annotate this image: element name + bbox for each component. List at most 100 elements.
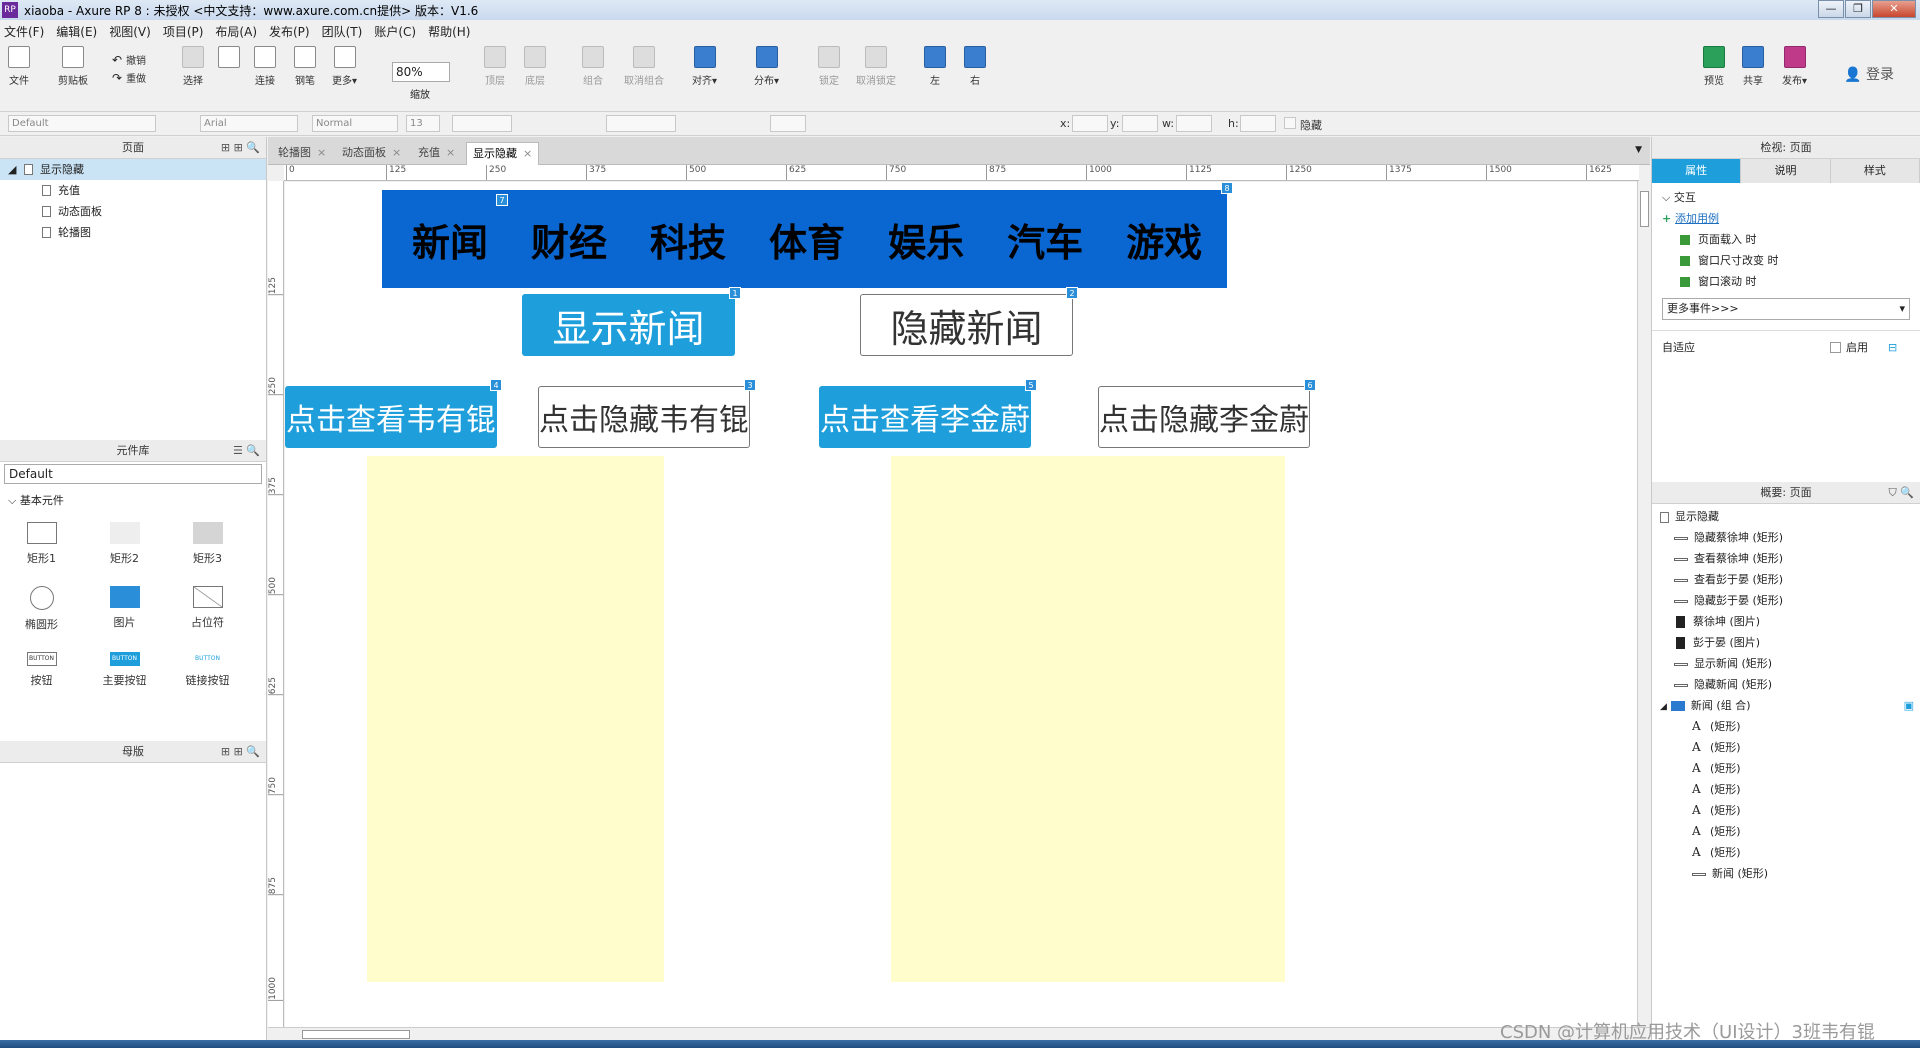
login-button[interactable]: 👤 登录: [1844, 64, 1894, 84]
style-select[interactable]: Default: [8, 115, 156, 132]
event-window-scroll[interactable]: 窗口滚动 时: [1652, 271, 1920, 292]
tab-carousel[interactable]: 轮播图 ×: [272, 142, 332, 165]
menu-publish[interactable]: 发布(P): [269, 23, 310, 40]
outline-page-root[interactable]: 显示隐藏: [1652, 506, 1920, 527]
hidden-checkbox[interactable]: [1284, 117, 1296, 129]
align-button[interactable]: 对齐▾: [692, 46, 717, 87]
select-tool[interactable]: 选择: [182, 46, 204, 87]
unlock-button[interactable]: 取消锁定: [856, 46, 896, 87]
close-tab-icon[interactable]: ×: [523, 147, 532, 160]
outline-item[interactable]: A (矩形): [1652, 737, 1920, 758]
widget-image[interactable]: 图片: [83, 586, 166, 632]
outline-item[interactable]: 隐藏彭于晏 (矩形): [1652, 590, 1920, 611]
hide-news-button[interactable]: 隐藏新闻: [860, 294, 1073, 356]
masters-panel-tools[interactable]: ⊞ ⊞ 🔍: [221, 741, 260, 763]
outline-item[interactable]: 新闻 (矩形): [1652, 863, 1920, 884]
font-select[interactable]: Arial: [200, 115, 298, 132]
outline-item[interactable]: A (矩形): [1652, 716, 1920, 737]
page-item-dynamic-panel[interactable]: 动态面板: [0, 201, 266, 222]
canvas-horizontal-scrollbar[interactable]: [268, 1027, 1650, 1040]
y-input[interactable]: [1122, 115, 1158, 132]
page-item-show-hide[interactable]: ◢ 显示隐藏: [0, 159, 266, 180]
widget-rect1[interactable]: 矩形1: [0, 522, 83, 566]
font-weight-select[interactable]: Normal: [312, 115, 398, 132]
pages-panel-tools[interactable]: ⊞ ⊞ 🔍: [221, 137, 260, 159]
nav-item-news[interactable]: 新闻: [412, 212, 488, 267]
left-panel-toggle[interactable]: 左: [924, 46, 946, 87]
tab-show-hide[interactable]: 显示隐藏 ×: [466, 142, 540, 165]
tab-properties[interactable]: 属性: [1652, 159, 1742, 183]
menu-edit[interactable]: 编辑(E): [56, 23, 97, 40]
page-item-recharge[interactable]: 充值: [0, 180, 266, 201]
outline-item[interactable]: A (矩形): [1652, 779, 1920, 800]
tabs-dropdown-icon[interactable]: ▼: [1635, 145, 1642, 155]
menu-arrange[interactable]: 布局(A): [215, 23, 257, 40]
library-select[interactable]: Default: [4, 464, 262, 484]
close-tab-icon[interactable]: ×: [392, 146, 401, 159]
tab-dynamic-panel[interactable]: 动态面板 ×: [336, 142, 407, 165]
minimize-button[interactable]: —: [1818, 0, 1844, 18]
outline-item[interactable]: A (矩形): [1652, 800, 1920, 821]
distribute-button[interactable]: 分布▾: [754, 46, 779, 87]
maximize-button[interactable]: ❐: [1845, 0, 1871, 18]
send-to-bottom-button[interactable]: 底层: [524, 46, 546, 87]
canvas-vertical-scrollbar[interactable]: [1637, 181, 1650, 1027]
right-panel-toggle[interactable]: 右: [964, 46, 986, 87]
outline-item[interactable]: 查看蔡徐坤 (矩形): [1652, 548, 1920, 569]
fill-color-select[interactable]: [770, 115, 806, 132]
connect-tool[interactable]: 连接: [254, 46, 276, 87]
x-input[interactable]: [1072, 115, 1108, 132]
clipboard-tool[interactable]: 剪贴板: [58, 46, 88, 87]
text-align-buttons[interactable]: [606, 115, 676, 132]
more-tool[interactable]: 更多▾: [332, 46, 357, 87]
tab-notes[interactable]: 说明: [1741, 159, 1831, 183]
more-events-select[interactable]: 更多事件>>> ▾: [1662, 298, 1910, 320]
widget-rect2[interactable]: 矩形2: [83, 522, 166, 566]
wei-image-placeholder[interactable]: [367, 456, 664, 982]
enable-checkbox[interactable]: [1830, 342, 1841, 353]
nav-item-sports[interactable]: 体育: [769, 212, 845, 267]
adaptive-settings-icon[interactable]: ⊟: [1888, 337, 1897, 358]
nav-item-entertainment[interactable]: 娱乐: [888, 212, 964, 267]
outline-item[interactable]: A (矩形): [1652, 821, 1920, 842]
menu-account[interactable]: 账户(C): [374, 23, 416, 40]
outline-item[interactable]: A (矩形): [1652, 758, 1920, 779]
zoom-select[interactable]: 80%: [392, 62, 450, 82]
undo-button[interactable]: ↶ 撤销: [112, 52, 146, 68]
select-mode-tool[interactable]: [218, 46, 240, 68]
menu-project[interactable]: 项目(P): [163, 23, 204, 40]
ungroup-button[interactable]: 取消组合: [624, 46, 664, 87]
li-image-placeholder[interactable]: [891, 456, 1285, 982]
nav-item-tech[interactable]: 科技: [650, 212, 726, 267]
file-tool[interactable]: 文件: [8, 46, 30, 87]
outline-item[interactable]: 查看彭于晏 (矩形): [1652, 569, 1920, 590]
event-page-load[interactable]: 页面载入 时: [1652, 229, 1920, 250]
outline-item[interactable]: A (矩形): [1652, 842, 1920, 863]
outline-item[interactable]: 显示新闻 (矩形): [1652, 653, 1920, 674]
news-nav-group[interactable]: 新闻 财经 科技 体育 娱乐 汽车 游戏: [382, 190, 1227, 288]
bring-to-top-button[interactable]: 顶层: [484, 46, 506, 87]
nav-item-auto[interactable]: 汽车: [1007, 212, 1083, 267]
outline-item[interactable]: 彭于晏 (图片): [1652, 632, 1920, 653]
event-window-resize[interactable]: 窗口尺寸改变 时: [1652, 250, 1920, 271]
widget-button[interactable]: BUTTON 按钮: [0, 652, 83, 688]
pen-tool[interactable]: 钢笔: [294, 46, 316, 87]
show-wei-button[interactable]: 点击查看韦有锟: [285, 386, 497, 448]
tab-style[interactable]: 样式: [1830, 159, 1920, 183]
nav-item-finance[interactable]: 财经: [531, 212, 607, 267]
show-li-button[interactable]: 点击查看李金蔚: [819, 386, 1031, 448]
design-canvas[interactable]: 新闻 财经 科技 体育 娱乐 汽车 游戏 7 8 显示新闻 1 隐藏新闻 2 点…: [285, 182, 1637, 1027]
w-input[interactable]: [1176, 115, 1212, 132]
redo-button[interactable]: ↷ 重做: [112, 70, 146, 86]
outline-item[interactable]: 隐藏蔡徐坤 (矩形): [1652, 527, 1920, 548]
outline-item[interactable]: 隐藏新闻 (矩形): [1652, 674, 1920, 695]
outline-group-news[interactable]: ◢ 新闻 (组 合) ▣: [1652, 695, 1920, 716]
close-button[interactable]: ✕: [1872, 0, 1916, 18]
outline-item[interactable]: 蔡徐坤 (图片): [1652, 611, 1920, 632]
font-size-select[interactable]: 13: [406, 115, 440, 132]
close-tab-icon[interactable]: ×: [317, 146, 326, 159]
close-tab-icon[interactable]: ×: [446, 146, 455, 159]
interactions-section[interactable]: ⌵ 交互: [1652, 187, 1920, 208]
text-style-buttons[interactable]: [452, 115, 512, 132]
add-case-link[interactable]: + 添加用例: [1652, 208, 1920, 229]
